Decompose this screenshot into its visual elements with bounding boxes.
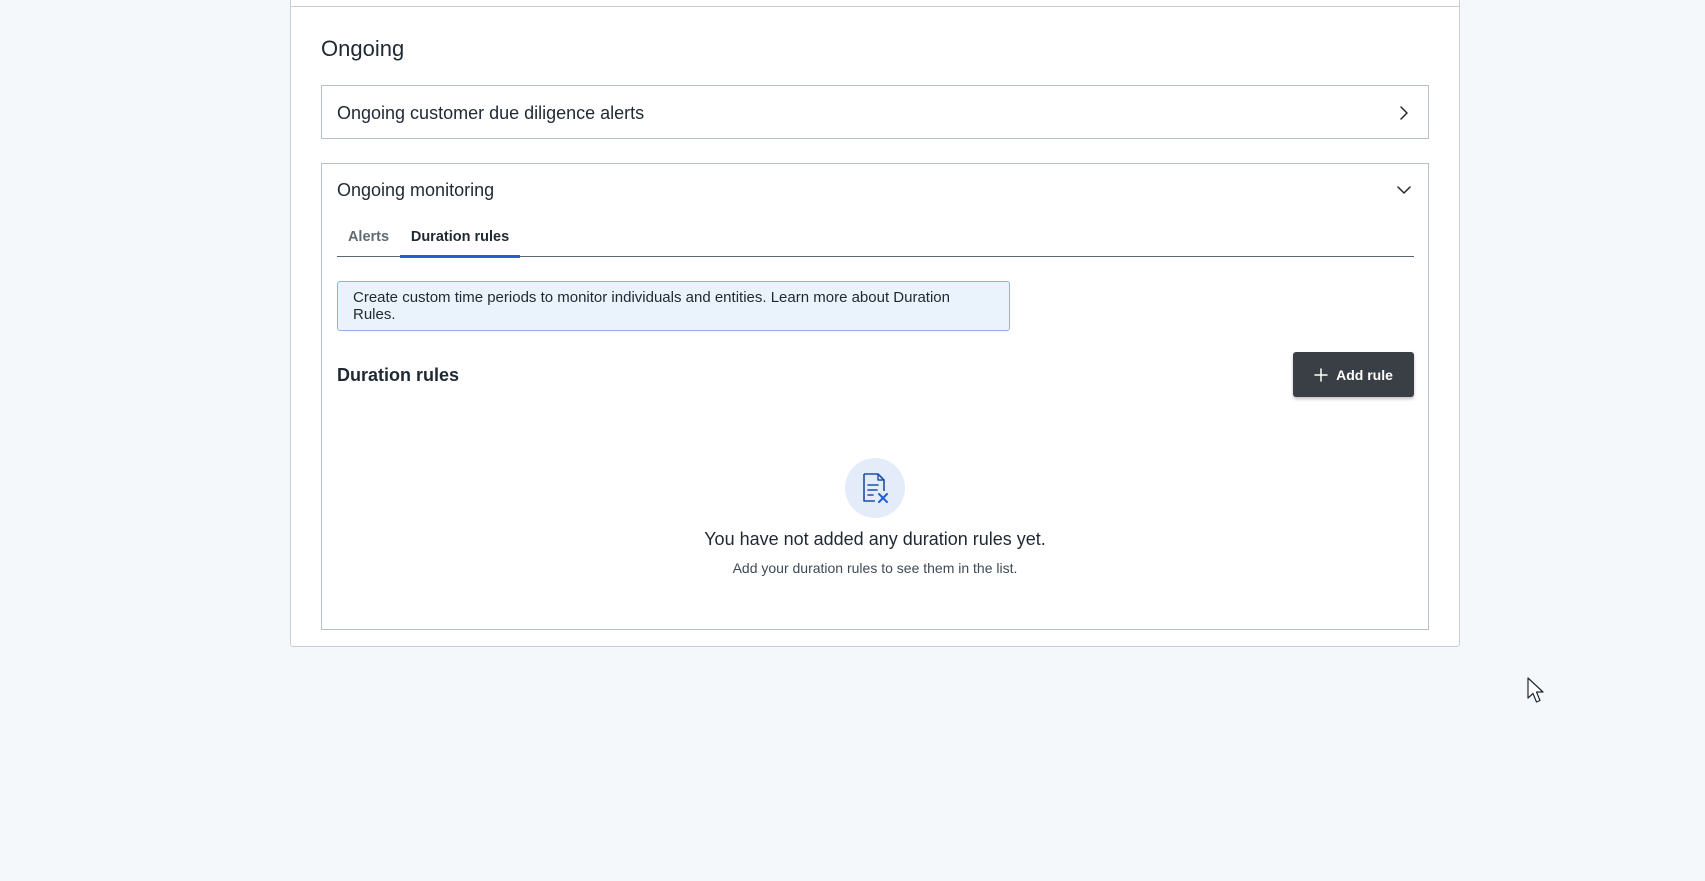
plus-icon: [1314, 367, 1328, 382]
chevron-right-icon: [1400, 106, 1408, 120]
accordion-header-due-diligence-alerts[interactable]: Ongoing customer due diligence alerts: [322, 86, 1428, 140]
tab-duration-rules[interactable]: Duration rules: [400, 224, 520, 258]
add-rule-button[interactable]: Add rule: [1293, 352, 1414, 397]
tab-alerts[interactable]: Alerts: [337, 224, 400, 257]
panel-divider: [291, 6, 1459, 7]
accordion-due-diligence-alerts: Ongoing customer due diligence alerts: [321, 85, 1429, 139]
info-banner: Create custom time periods to monitor in…: [337, 281, 1010, 331]
chevron-down-icon: [1397, 186, 1411, 194]
add-rule-label: Add rule: [1336, 366, 1393, 383]
empty-state-icon-wrap: [845, 458, 905, 518]
accordion-header-ongoing-monitoring[interactable]: Ongoing monitoring: [322, 164, 1428, 216]
accordion-ongoing-monitoring: Ongoing monitoring Alerts Duration rules…: [321, 163, 1429, 630]
duration-rules-title: Duration rules: [337, 365, 460, 385]
accordion-title: Ongoing monitoring: [337, 179, 495, 200]
document-remove-icon: [863, 473, 888, 503]
monitoring-tabs: Alerts Duration rules: [337, 224, 1414, 258]
empty-state-title: You have not added any duration rules ye…: [704, 529, 1046, 549]
accordion-title: Ongoing customer due diligence alerts: [337, 102, 645, 123]
settings-panel: Ongoing Ongoing customer due diligence a…: [290, 0, 1460, 647]
section-title: Ongoing: [321, 36, 405, 61]
mouse-cursor-icon: [1527, 677, 1544, 703]
empty-state-subtitle: Add your duration rules to see them in t…: [732, 560, 1018, 576]
info-banner-text: Create custom time periods to monitor in…: [353, 289, 950, 323]
